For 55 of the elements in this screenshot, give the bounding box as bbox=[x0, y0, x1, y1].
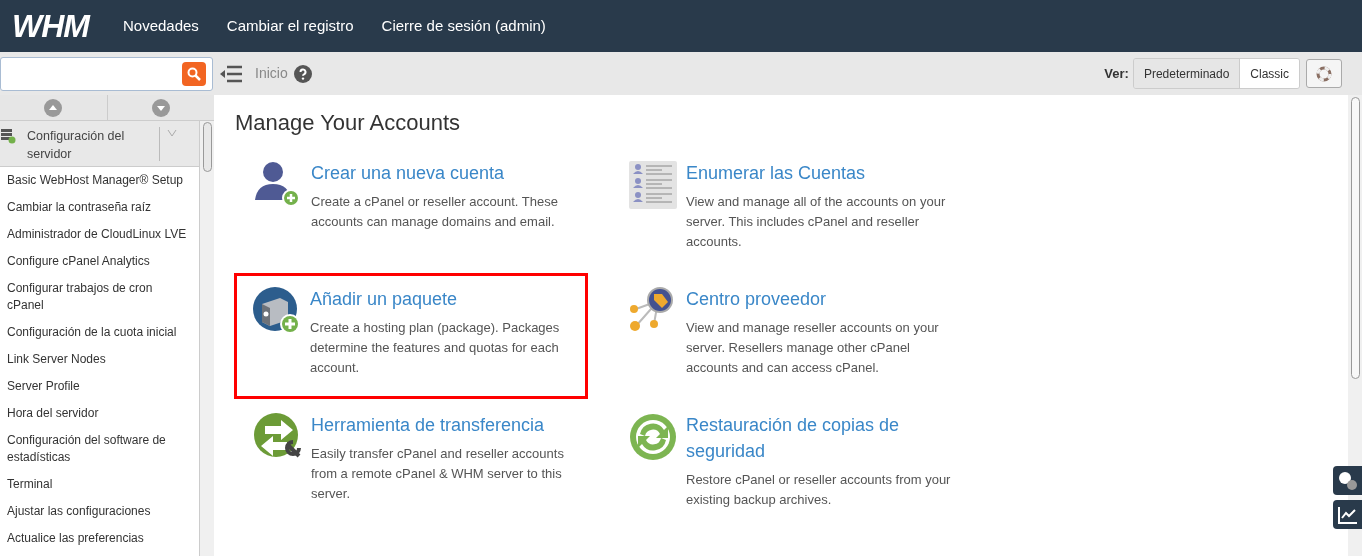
tile-description: Create a hosting plan (package). Packages determine the features and quotas for each account. bbox=[310, 319, 561, 377]
caret-up-icon bbox=[44, 98, 63, 117]
search-icon[interactable] bbox=[182, 61, 206, 86]
tile-title[interactable]: Restauración de copias de seguridad bbox=[686, 412, 961, 464]
view-label: Ver: bbox=[1104, 64, 1129, 83]
nav-link[interactable]: Cierre de sesión (admin) bbox=[367, 14, 560, 38]
sidebar-item[interactable]: Hora del servidor bbox=[0, 400, 199, 427]
nav-link[interactable]: Cambiar el registro bbox=[212, 14, 368, 38]
sidebar-item[interactable]: Configuración de la cuota inicial bbox=[0, 319, 199, 346]
search-field[interactable] bbox=[0, 56, 213, 91]
page-heading: Manage Your Accounts bbox=[235, 109, 462, 137]
feedback-button[interactable] bbox=[1333, 466, 1362, 495]
logo[interactable]: WHM bbox=[12, 10, 89, 42]
sidebar-item[interactable]: Basic WebHost Manager® Setup bbox=[0, 167, 199, 194]
tile-description: View and manage reseller accounts on your server. Resellers manage other cPanel accounts and can access cPanel. bbox=[686, 319, 940, 377]
tile-description: Create a cPanel or reseller account. These accounts can manage domains and email. bbox=[311, 193, 559, 231]
scrollbar-thumb[interactable] bbox=[202, 122, 212, 172]
chevron-icon bbox=[167, 129, 177, 137]
section-title: Configuración del servidor bbox=[27, 128, 126, 163]
tile-title[interactable]: Centro proveedor bbox=[686, 286, 958, 312]
tile-title[interactable]: Enumerar las Cuentas bbox=[686, 160, 958, 186]
tile-description: Restore cPanel or reseller accounts from your existing backup archives. bbox=[686, 471, 952, 509]
sidebar-item[interactable]: Link Server Nodes bbox=[0, 346, 199, 373]
tile-title[interactable]: Añadir un paquete bbox=[310, 286, 582, 312]
sidebar-item[interactable]: Configure cPanel Analytics bbox=[0, 248, 199, 275]
sidebar-item[interactable]: Server Profile bbox=[0, 373, 199, 400]
sidebar-item[interactable]: Ajustar las configuraciones bbox=[0, 498, 199, 525]
account-tile[interactable]: Centro proveedor View and manage reseller accounts on your server. Resellers manage other cPanel accounts and can access cPanel. bbox=[610, 273, 964, 399]
view-toggle[interactable]: Classic bbox=[1239, 59, 1299, 88]
caret-down-icon bbox=[151, 98, 170, 117]
nav-link[interactable]: Novedades bbox=[108, 14, 213, 38]
sidebar-item[interactable]: Configuración del software de estadísticas bbox=[0, 427, 199, 471]
sidebar-section-header[interactable]: Configuración del servidor bbox=[0, 121, 199, 167]
scrollbar-thumb[interactable] bbox=[1350, 97, 1360, 379]
tile-title[interactable]: Herramienta de transferencia bbox=[311, 412, 583, 438]
menu-collapse-icon[interactable] bbox=[220, 64, 242, 83]
tile-description: Easily transfer cPanel and reseller accounts from a remote cPanel & WHM server to this server. bbox=[311, 445, 565, 503]
help-icon[interactable] bbox=[293, 64, 312, 83]
tile-title[interactable]: Crear una nueva cuenta bbox=[311, 160, 583, 186]
account-list-icon bbox=[628, 160, 678, 210]
account-tile[interactable]: Añadir un paquete Create a hosting plan (package). Packages determine the features and quotas for each account. bbox=[234, 273, 588, 399]
sidebar-item[interactable]: Administrador de CloudLinux LVE bbox=[0, 221, 199, 248]
refresh-icon bbox=[628, 412, 678, 462]
sidebar-item[interactable]: Cambiar la contraseña raíz bbox=[0, 194, 199, 221]
account-tile[interactable]: Enumerar las Cuentas View and manage all of the accounts on your server. This includes cPanel and reseller accounts. bbox=[610, 147, 964, 273]
account-tile[interactable]: Crear una nueva cuenta Create a cPanel or reseller account. These accounts can manage domains and email. bbox=[235, 147, 589, 273]
tile-description: View and manage all of the accounts on your server. This includes cPanel and reseller accounts. bbox=[686, 193, 947, 251]
lifebuoy-icon bbox=[1316, 65, 1332, 82]
support-button[interactable] bbox=[1306, 59, 1342, 88]
analytics-button[interactable] bbox=[1333, 500, 1362, 529]
sidebar-item[interactable]: Terminal bbox=[0, 471, 199, 498]
account-tile[interactable]: Herramienta de transferencia Easily transfer cPanel and reseller accounts from a remote cPanel & WHM server to this server. bbox=[235, 399, 589, 525]
account-tile[interactable]: Restauración de copias de seguridad Restore cPanel or reseller accounts from your existing backup archives. bbox=[610, 399, 964, 525]
sidebar-item[interactable]: Actualice las preferencias bbox=[0, 525, 199, 552]
sidebar-item[interactable]: Configurar trabajos de cron cPanel bbox=[0, 275, 199, 319]
